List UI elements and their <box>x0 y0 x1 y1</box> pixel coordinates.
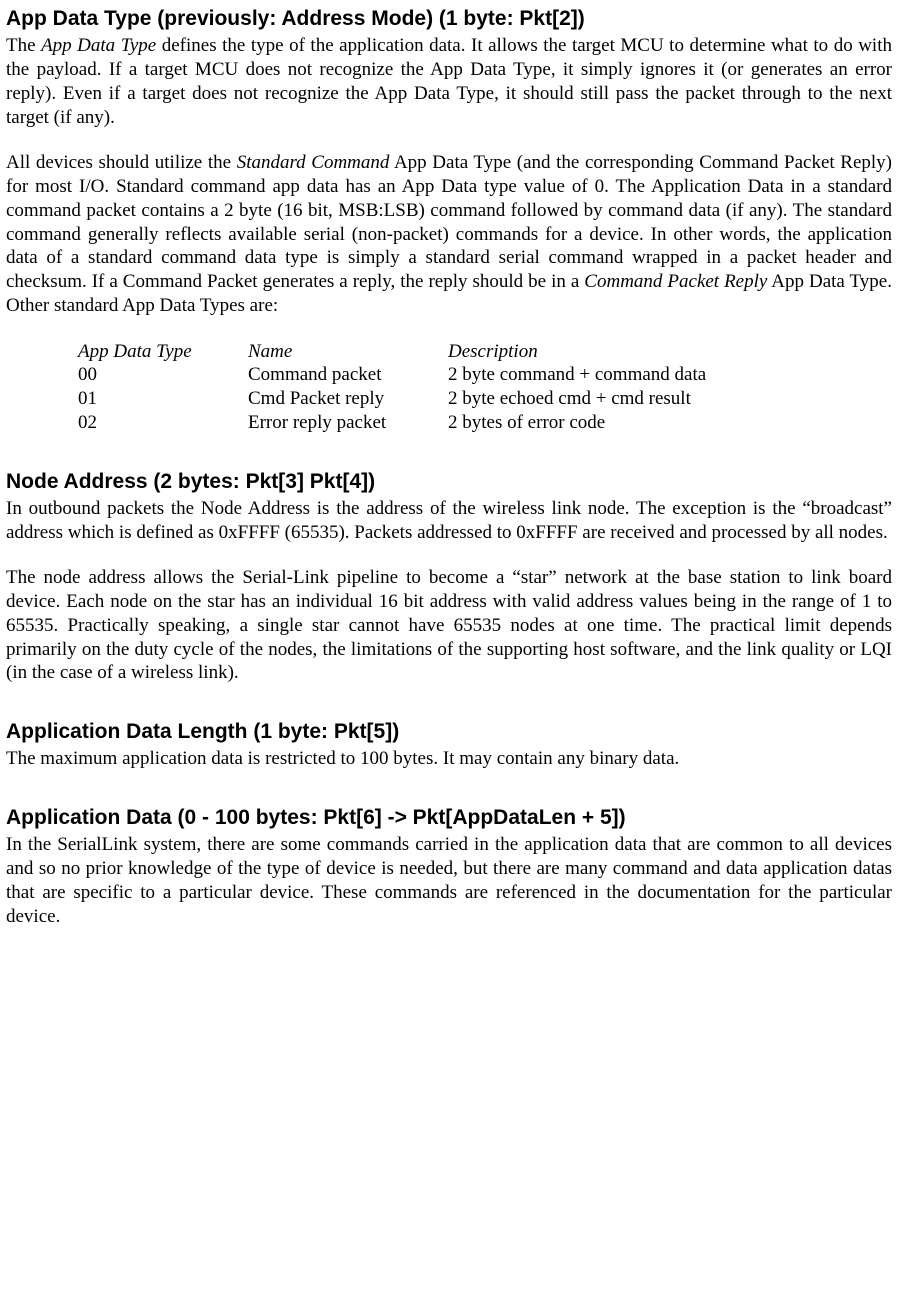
table-header-row: App Data Type Name Description <box>78 340 892 364</box>
table-row: 00 Command packet 2 byte command + comma… <box>78 363 892 387</box>
column-header-description: Description <box>448 340 892 364</box>
cell-description: 2 bytes of error code <box>448 411 892 435</box>
section-heading-app-data-type: App Data Type (previously: Address Mode)… <box>6 6 892 32</box>
section-heading-application-data: Application Data (0 - 100 bytes: Pkt[6] … <box>6 805 892 831</box>
app-data-type-table: App Data Type Name Description 00 Comman… <box>78 340 892 435</box>
section-heading-node-address: Node Address (2 bytes: Pkt[3] Pkt[4]) <box>6 469 892 495</box>
column-header-name: Name <box>248 340 448 364</box>
text: All devices should utilize the <box>6 152 237 173</box>
table-row: 01 Cmd Packet reply 2 byte echoed cmd + … <box>78 387 892 411</box>
text: The <box>6 35 41 56</box>
cell-app-data-type: 02 <box>78 411 248 435</box>
emphasis: Command Packet Reply <box>584 271 767 292</box>
paragraph: The maximum application data is restrict… <box>6 747 892 771</box>
cell-name: Command packet <box>248 363 448 387</box>
paragraph: All devices should utilize the Standard … <box>6 151 892 317</box>
cell-app-data-type: 01 <box>78 387 248 411</box>
cell-app-data-type: 00 <box>78 363 248 387</box>
column-header-app-data-type: App Data Type <box>78 340 248 364</box>
cell-description: 2 byte command + command data <box>448 363 892 387</box>
cell-description: 2 byte echoed cmd + cmd result <box>448 387 892 411</box>
emphasis: App Data Type <box>41 35 156 56</box>
emphasis: Standard Command <box>237 152 390 173</box>
paragraph: In the SerialLink system, there are some… <box>6 833 892 928</box>
paragraph: The App Data Type defines the type of th… <box>6 34 892 129</box>
section-heading-app-data-length: Application Data Length (1 byte: Pkt[5]) <box>6 719 892 745</box>
table-row: 02 Error reply packet 2 bytes of error c… <box>78 411 892 435</box>
paragraph: In outbound packets the Node Address is … <box>6 497 892 545</box>
cell-name: Error reply packet <box>248 411 448 435</box>
cell-name: Cmd Packet reply <box>248 387 448 411</box>
paragraph: The node address allows the Serial-Link … <box>6 566 892 685</box>
